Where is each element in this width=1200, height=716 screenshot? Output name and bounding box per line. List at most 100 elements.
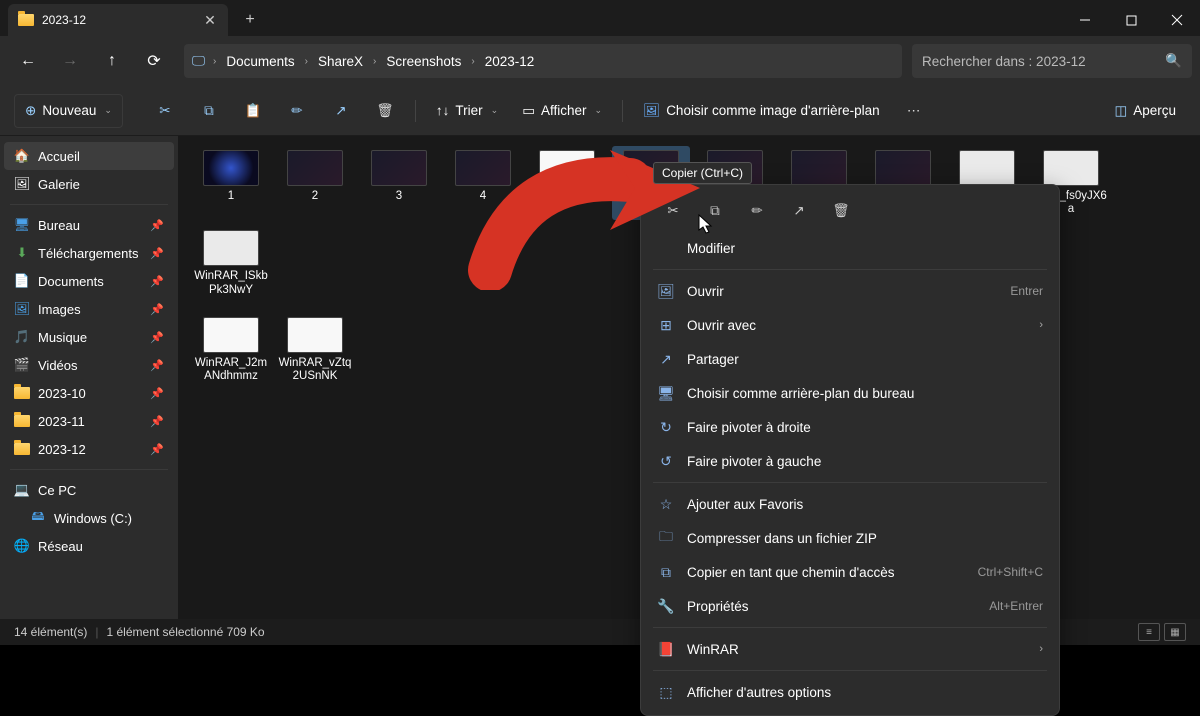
back-button[interactable]: ← [8, 43, 48, 79]
new-tab-button[interactable]: + [234, 4, 266, 36]
ctx-item[interactable]: ↺ Faire pivoter à gauche [647, 444, 1053, 478]
file-item[interactable]: 4 [444, 146, 522, 220]
sidebar-item-label: Bureau [38, 218, 80, 233]
ctx-item[interactable]: ⊞Ouvrir avec› [647, 308, 1053, 342]
file-label: WinRAR_ISkbPk3NwY [194, 270, 268, 296]
view-button[interactable]: ▭ Afficher ⌄ [512, 94, 612, 128]
sidebar-2023-10[interactable]: 2023-10📌 [4, 379, 174, 407]
ctx-item[interactable]: ☆Ajouter aux Favoris [647, 487, 1053, 521]
paste-button[interactable]: 📋 [233, 94, 273, 128]
sidebar-item-label: Réseau [38, 539, 83, 554]
icons-view-button[interactable]: ▦ [1164, 623, 1186, 641]
sidebar-drive-c[interactable]: 🖴Windows (C:) [4, 504, 174, 532]
close-window-button[interactable] [1154, 4, 1200, 36]
crumb-screenshots[interactable]: Screenshots [380, 50, 467, 73]
ctx-delete-button[interactable]: 🗑 [823, 195, 859, 227]
file-item[interactable]: 1 [192, 146, 270, 220]
folder-icon [14, 385, 30, 401]
file-item[interactable]: WinRAR_J2mANdhmmz [192, 313, 270, 387]
file-thumbnail [203, 317, 259, 353]
details-view-button[interactable]: ≡ [1138, 623, 1160, 641]
rename-button[interactable]: ✏ [277, 94, 317, 128]
sidebar-desktop[interactable]: 🖥Bureau📌 [4, 211, 174, 239]
ctx-item[interactable]: ↻Faire pivoter à droite [647, 410, 1053, 444]
up-button[interactable]: ↑ [92, 43, 132, 79]
sort-button[interactable]: ↑↓ Trier ⌄ [426, 94, 508, 128]
delete-button[interactable]: 🗑 [365, 94, 405, 128]
file-item[interactable]: WinRAR_ISkbPk3NwY [192, 226, 270, 300]
sidebar-this-pc[interactable]: 💻Ce PC [4, 476, 174, 504]
file-item[interactable]: 3 [360, 146, 438, 220]
tooltip-copy: Copier (Ctrl+C) [653, 162, 752, 184]
toolbar: ⊕ Nouveau ⌄ ✂ ⧉ 📋 ✏ ↗ 🗑 ↑↓ Trier ⌄ ▭ Aff… [0, 86, 1200, 136]
file-label: 1 [228, 190, 234, 203]
ctx-rename-button[interactable]: ✏ [739, 195, 775, 227]
chevron-right-icon: › [209, 56, 220, 67]
view-icon: ▭ [522, 103, 535, 119]
ctx-item-label: Ouvrir avec [687, 318, 756, 333]
forward-button[interactable]: → [50, 43, 90, 79]
file-thumbnail [287, 150, 343, 186]
copy-button[interactable]: ⧉ [189, 94, 229, 128]
file-thumbnail [875, 150, 931, 186]
blank-icon [657, 239, 675, 257]
pin-icon: 📌 [150, 219, 164, 232]
ctx-item-icon: ↺ [657, 452, 675, 470]
ctx-share-button[interactable]: ↗ [781, 195, 817, 227]
sidebar-documents[interactable]: 📄Documents📌 [4, 267, 174, 295]
ctx-item[interactable]: 🔧PropriétésAlt+Entrer [647, 589, 1053, 623]
more-button[interactable]: ⋯ [894, 94, 934, 128]
ctx-copy-button[interactable]: ⧉ [697, 195, 733, 227]
sidebar-music[interactable]: 🎵Musique📌 [4, 323, 174, 351]
file-item[interactable]: WinRAR_vZtq2USnNK [276, 313, 354, 387]
ctx-item[interactable]: ↗Partager [647, 342, 1053, 376]
file-item[interactable]: 2 [276, 146, 354, 220]
ctx-edit[interactable]: Modifier [647, 231, 1053, 265]
ctx-cut-button[interactable]: ✂ [655, 195, 691, 227]
search-box[interactable]: Rechercher dans : 2023-12 🔍 [912, 44, 1192, 78]
sidebar-videos[interactable]: 🎬Vidéos📌 [4, 351, 174, 379]
sidebar-2023-11[interactable]: 2023-11📌 [4, 407, 174, 435]
folder-icon [18, 14, 34, 26]
view-mode-buttons: ≡ ▦ [1138, 623, 1186, 641]
sidebar-home[interactable]: 🏠Accueil [4, 142, 174, 170]
sidebar-item-label: Musique [38, 330, 87, 345]
address-bar[interactable]: 🖵 › Documents › ShareX › Screenshots › 2… [184, 44, 902, 78]
ctx-item[interactable]: 🗀Compresser dans un fichier ZIP [647, 521, 1053, 555]
ctx-item[interactable]: 🖼OuvrirEntrer [647, 274, 1053, 308]
new-button[interactable]: ⊕ Nouveau ⌄ [14, 94, 123, 128]
ctx-item[interactable]: ⧉Copier en tant que chemin d'accèsCtrl+S… [647, 555, 1053, 589]
ctx-item-icon: ⧉ [657, 563, 675, 581]
ctx-item-icon: 🖼 [657, 282, 675, 300]
sidebar-network[interactable]: 🌐Réseau [4, 532, 174, 560]
cut-button[interactable]: ✂ [145, 94, 185, 128]
share-button[interactable]: ↗ [321, 94, 361, 128]
refresh-button[interactable]: ⟳ [134, 43, 174, 79]
file-item[interactable]: chrome_4i... [528, 146, 606, 220]
sidebar-item-label: 2023-10 [38, 386, 86, 401]
sidebar-item-label: 2023-12 [38, 442, 86, 457]
chevron-down-icon: ⌄ [491, 105, 499, 116]
sidebar-downloads[interactable]: ⬇Téléchargements📌 [4, 239, 174, 267]
context-separator [653, 482, 1047, 483]
crumb-2023-12[interactable]: 2023-12 [479, 50, 541, 73]
tab-current[interactable]: 2023-12 ✕ [8, 4, 228, 36]
set-background-button[interactable]: 🖼 Choisir comme image d'arrière-plan [633, 94, 890, 128]
ctx-item[interactable]: 🖥Choisir comme arrière-plan du bureau [647, 376, 1053, 410]
sidebar-2023-12[interactable]: 2023-12📌 [4, 435, 174, 463]
crumb-documents[interactable]: Documents [220, 50, 300, 73]
maximize-button[interactable] [1108, 4, 1154, 36]
ctx-item-label: Faire pivoter à gauche [687, 454, 821, 469]
preview-pane-button[interactable]: ◫ Aperçu [1104, 94, 1186, 128]
file-label: 4 [480, 190, 486, 203]
ctx-item[interactable]: 📕WinRAR› [647, 632, 1053, 666]
ctx-item-label: Faire pivoter à droite [687, 420, 811, 435]
crumb-sharex[interactable]: ShareX [312, 50, 369, 73]
close-tab-icon[interactable]: ✕ [202, 12, 218, 28]
sidebar-gallery[interactable]: 🖼Galerie [4, 170, 174, 198]
sidebar-images[interactable]: 🖼Images📌 [4, 295, 174, 323]
minimize-button[interactable] [1062, 4, 1108, 36]
sidebar-item-label: Accueil [38, 149, 80, 164]
tab-title: 2023-12 [42, 13, 86, 27]
ctx-item[interactable]: ⬚Afficher d'autres options [647, 675, 1053, 709]
